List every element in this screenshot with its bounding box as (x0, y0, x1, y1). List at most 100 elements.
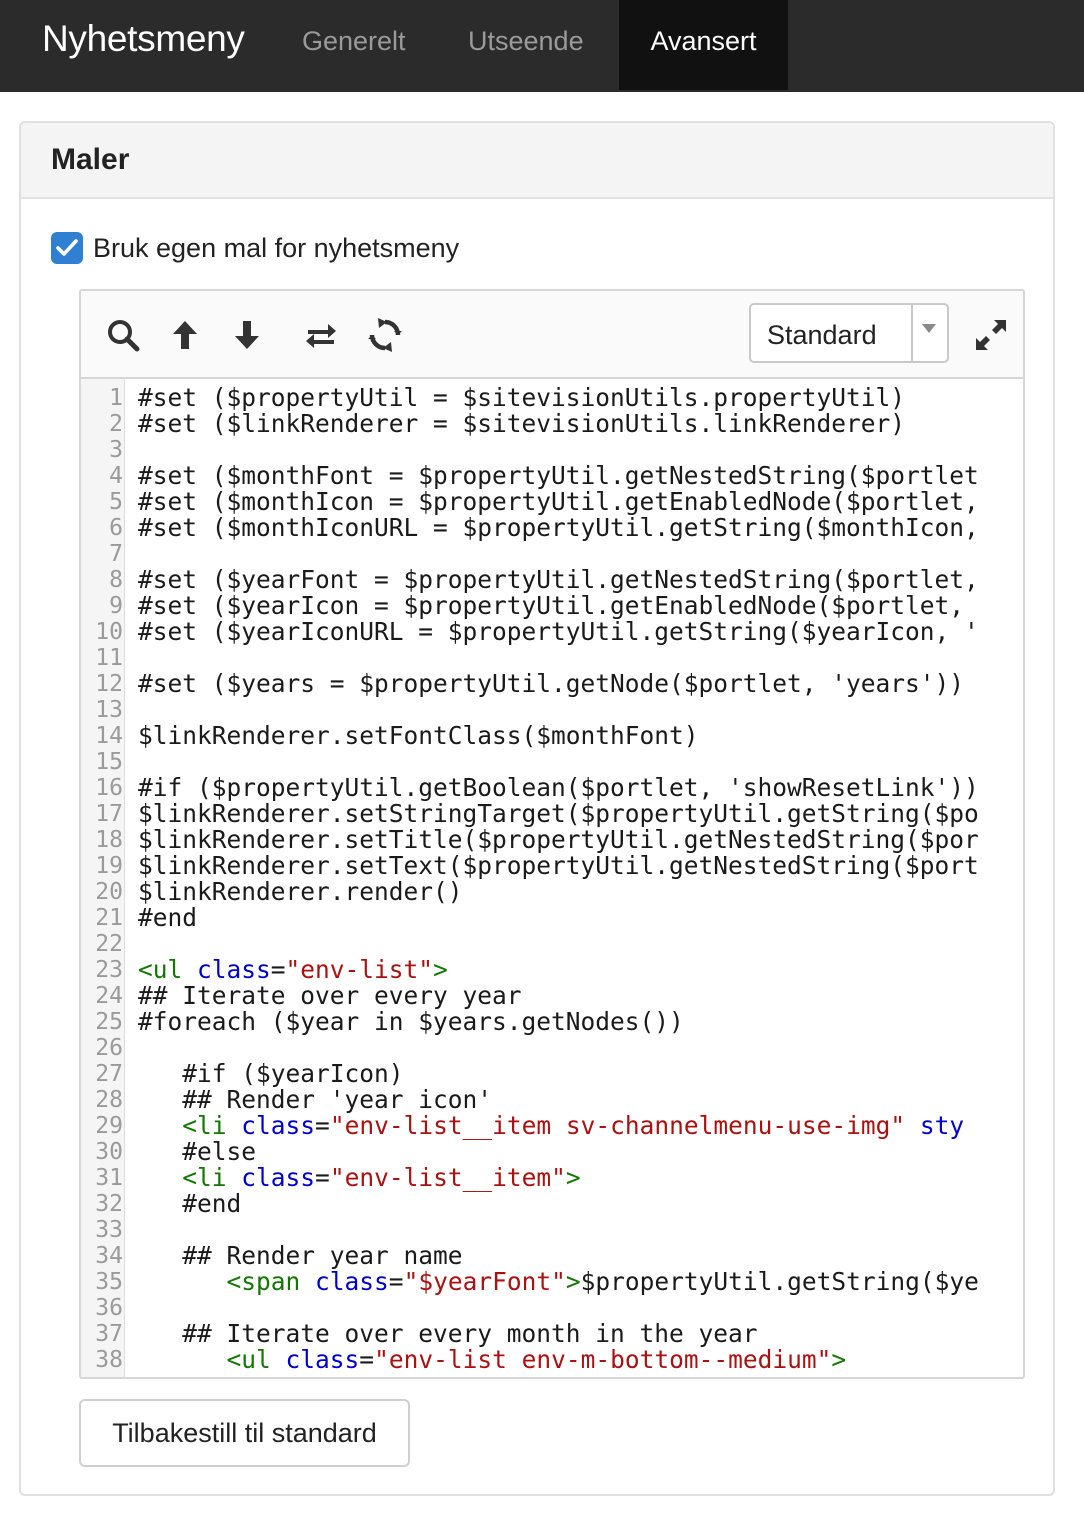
code-token: sty (905, 1111, 965, 1140)
line-text: #set ($propertyUtil = $sitevisionUtils.p… (138, 385, 905, 411)
code-line: 27 #if ($yearIcon) (81, 1061, 1023, 1088)
line-number: 29 (95, 1113, 123, 1139)
line-text: $linkRenderer.setFontClass($monthFont) (138, 723, 699, 749)
code-area[interactable]: 1 #set ($propertyUtil = $sitevisionUtils.… (81, 379, 1023, 1377)
code-line: 17 $linkRenderer.setStringTarget($propert… (81, 799, 1023, 828)
custom-template-checkbox[interactable] (51, 232, 83, 264)
line-number: 25 (95, 1009, 123, 1035)
code-line: 4 #set ($monthFont = $propertyUtil.getNes… (81, 463, 1023, 490)
code-line: 21 #end (81, 905, 1023, 932)
code-token: #if ($propertyUtil.getBoolean($portlet, … (138, 773, 979, 802)
code-token: "env-list__item sv-channelmenu-use-img" (329, 1111, 906, 1140)
code-line: 32 #end (81, 1191, 1023, 1218)
search-icon[interactable] (103, 315, 143, 355)
chevron-down-icon (922, 324, 936, 333)
line-number: 22 (95, 931, 123, 957)
code-line: 16 #if ($propertyUtil.getBoolean($portlet… (81, 773, 1023, 802)
code-token: #foreach ($year in $years.getNodes()) (138, 1007, 684, 1036)
line-text: $linkRenderer.setText($propertyUtil.getN… (138, 853, 979, 879)
code-token: ## Render 'year icon' (138, 1085, 493, 1114)
code-token: = (359, 1345, 375, 1374)
tab-avansert[interactable]: Avansert (619, 0, 788, 90)
theme-select-value: Standard (767, 320, 877, 350)
code-token: class (285, 1345, 360, 1374)
line-number: 19 (95, 853, 123, 879)
code-token: #set ($yearFont = $propertyUtil.getNeste… (138, 565, 979, 594)
line-number: 33 (95, 1217, 123, 1243)
code-line: 23 <ul class="env-list"> (81, 955, 1023, 984)
code-line: 20 $linkRenderer.render() (81, 877, 1023, 906)
code-line: 9 #set ($yearIcon = $propertyUtil.getEnab… (81, 593, 1023, 620)
line-text: ## Render year name (138, 1243, 462, 1269)
tab-generelt[interactable]: Generelt (302, 0, 406, 90)
reset-to-default-button[interactable]: Tilbakestill til standard (79, 1399, 410, 1467)
code-token: > (565, 1267, 581, 1296)
panel-title: Maler (51, 143, 130, 176)
code-token: #set ($monthIcon = $propertyUtil.getEnab… (138, 487, 979, 516)
line-number: 20 (95, 879, 123, 905)
code-token: #set ($linkRenderer = $sitevisionUtils.l… (138, 409, 906, 438)
code-line: 12 #set ($years = $propertyUtil.getNode($… (81, 671, 1023, 698)
code-token: class (315, 1267, 389, 1296)
code-line: 10 #set ($yearIconURL = $propertyUtil.get… (81, 617, 1023, 646)
code-token: = (315, 1111, 330, 1140)
code-line: 19 $linkRenderer.setText($propertyUtil.ge… (81, 853, 1023, 880)
line-text: #set ($monthIcon = $propertyUtil.getEnab… (138, 489, 979, 515)
line-number: 5 (109, 489, 123, 515)
code-line: 36 (81, 1295, 1023, 1321)
code-token: <ul (226, 1345, 286, 1374)
code-lines: 1 #set ($propertyUtil = $sitevisionUtils.… (81, 385, 1023, 1374)
code-editor: Standard 1 #set ($propertyUtil = $sitevis… (79, 289, 1025, 1379)
code-token: "env-list env-m-bottom--medium" (374, 1345, 832, 1374)
line-number: 28 (95, 1087, 123, 1113)
code-line: 13 (81, 697, 1023, 723)
line-number: 17 (95, 801, 123, 827)
line-number: 32 (95, 1191, 123, 1217)
expand-icon[interactable] (971, 315, 1011, 355)
code-token: #set ($yearIconURL = $propertyUtil.getSt… (138, 617, 979, 646)
code-line: 3 (81, 437, 1023, 463)
line-text: #end (138, 905, 197, 931)
line-text: #else (138, 1139, 256, 1165)
code-line: 26 (81, 1035, 1023, 1061)
line-text: ## Render 'year icon' (138, 1087, 492, 1113)
code-line: 8 #set ($yearFont = $propertyUtil.getNest… (81, 565, 1023, 594)
arrow-up-icon[interactable] (165, 315, 205, 355)
code-line: 38 <ul class="env-list env-m-bottom--med… (81, 1345, 1023, 1374)
code-line: 18 $linkRenderer.setTitle($propertyUtil.g… (81, 827, 1023, 854)
code-token: = (388, 1267, 404, 1296)
code-token: #set ($monthIconURL = $propertyUtil.getS… (138, 513, 979, 542)
code-line: 2 #set ($linkRenderer = $sitevisionUtils.… (81, 409, 1023, 438)
line-text: #set ($monthIconURL = $propertyUtil.getS… (138, 515, 979, 541)
line-number: 26 (95, 1035, 123, 1061)
line-text: #set ($yearIcon = $propertyUtil.getEnabl… (138, 593, 979, 619)
tab-utseende[interactable]: Utseende (468, 0, 584, 90)
code-token: $linkRenderer.render() (138, 877, 463, 906)
line-text: #if ($yearIcon) (138, 1061, 403, 1087)
code-line: 30 #else (81, 1139, 1023, 1166)
code-token: > (433, 955, 448, 984)
code-token: <li (182, 1163, 242, 1192)
line-text: #end (138, 1191, 241, 1217)
code-token: "$yearFont" (403, 1267, 566, 1296)
code-token: > (831, 1345, 847, 1374)
custom-template-label[interactable]: Bruk egen mal for nyhetsmeny (93, 233, 459, 264)
theme-select[interactable]: Standard (749, 303, 949, 363)
code-line: 34 ## Render year name (81, 1243, 1023, 1270)
swap-icon[interactable] (301, 315, 341, 355)
line-number: 13 (95, 697, 123, 723)
line-text: <span class="$yearFont">$propertyUtil.ge… (138, 1269, 979, 1295)
line-number: 4 (109, 463, 123, 489)
panel-header: Maler (21, 123, 1053, 199)
line-number: 1 (109, 385, 123, 411)
line-number: 37 (95, 1321, 123, 1347)
refresh-icon[interactable] (365, 315, 405, 355)
code-token: $linkRenderer.setStringTarget($propertyU… (138, 799, 979, 828)
checkmark-icon (56, 239, 78, 256)
code-token: "env-list__item" (329, 1163, 566, 1192)
app-title: Nyhetsmeny (42, 18, 245, 59)
line-text: ## Iterate over every month in the year (138, 1321, 757, 1347)
line-number: 7 (109, 541, 123, 567)
arrow-down-icon[interactable] (227, 315, 267, 355)
line-text: <li class="env-list__item sv-channelmenu… (138, 1113, 964, 1139)
